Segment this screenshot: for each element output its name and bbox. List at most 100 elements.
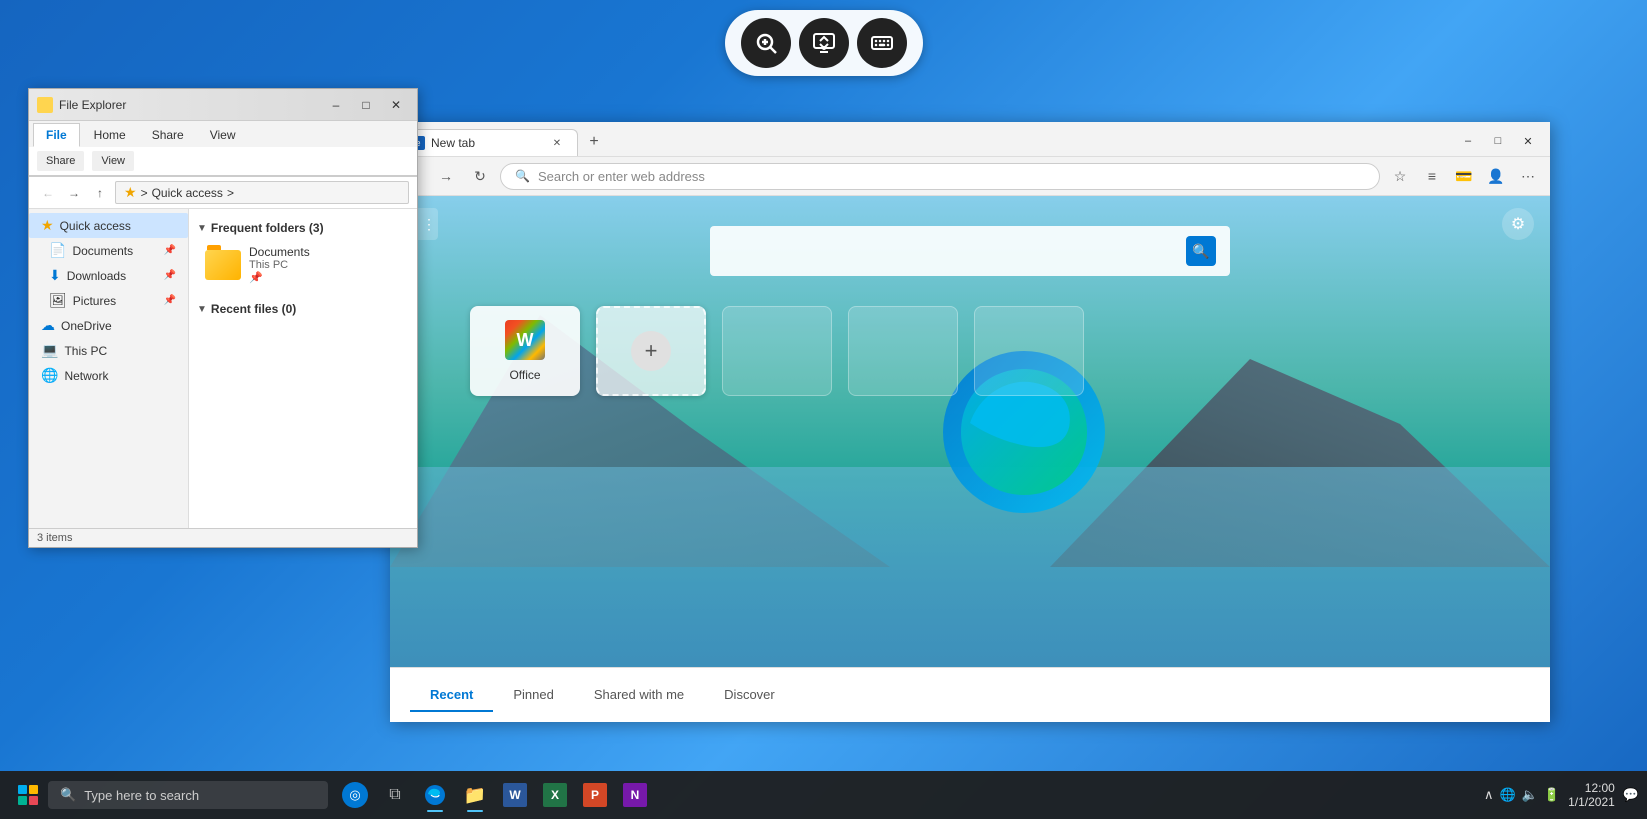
new-tab-button[interactable]: + bbox=[580, 128, 608, 156]
bottom-tab-shared[interactable]: Shared with me bbox=[574, 679, 704, 712]
forward-button[interactable]: → bbox=[63, 182, 85, 204]
search-box[interactable]: 🔍 bbox=[710, 226, 1230, 276]
frequent-folders-header[interactable]: ▼ Frequent folders (3) bbox=[197, 217, 409, 239]
address-bar-edge[interactable]: 🔍 Search or enter web address bbox=[500, 163, 1380, 190]
newtab-search-button[interactable]: 🔍 bbox=[1186, 236, 1216, 266]
documents-folder-item[interactable]: Documents This PC 📌 bbox=[197, 239, 409, 290]
start-button[interactable] bbox=[8, 775, 48, 815]
zoom-in-button[interactable] bbox=[741, 18, 791, 68]
network-icon-sys[interactable]: 🌐 bbox=[1500, 787, 1516, 803]
windows-icon bbox=[18, 785, 38, 805]
tab-close-button[interactable]: ✕ bbox=[549, 135, 565, 151]
wallet-button[interactable]: 💳 bbox=[1450, 162, 1478, 190]
task-view-icon: ⧉ bbox=[389, 786, 400, 804]
sidebar-item-documents[interactable]: 📄 Documents 📌 bbox=[29, 238, 188, 263]
recent-files-header[interactable]: ▼ Recent files (0) bbox=[197, 298, 409, 320]
taskbar-search[interactable]: 🔍 Type here to search bbox=[48, 781, 328, 809]
tab-label: New tab bbox=[431, 136, 475, 150]
ribbon-tabs: File Home Share View bbox=[29, 121, 417, 147]
taskbar-onenote[interactable]: N bbox=[616, 776, 654, 814]
up-button[interactable]: ↑ bbox=[89, 182, 111, 204]
edge-browser-window: e New tab ✕ + ‒ □ ✕ ← → ↻ 🔍 Search or en… bbox=[390, 122, 1550, 722]
taskbar-clock[interactable]: 12:00 1/1/2021 bbox=[1568, 781, 1615, 809]
address-bar: ← → ↑ ★ > Quick access > bbox=[29, 177, 417, 209]
office-quick-link[interactable]: W Office bbox=[470, 306, 580, 396]
favorites-button[interactable]: ☆ bbox=[1386, 162, 1414, 190]
sidebar-item-downloads[interactable]: ⬇ Downloads 📌 bbox=[29, 263, 188, 288]
taskbar-excel[interactable]: X bbox=[536, 776, 574, 814]
ppt-taskbar-icon: P bbox=[583, 783, 607, 807]
taskbar-cortana[interactable]: ◎ bbox=[336, 776, 374, 814]
bottom-tab-recent[interactable]: Recent bbox=[410, 679, 493, 712]
word-taskbar-icon: W bbox=[503, 783, 527, 807]
bottom-tab-pinned[interactable]: Pinned bbox=[493, 679, 573, 712]
taskbar-date: 1/1/2021 bbox=[1568, 795, 1615, 809]
newtab-settings-button[interactable]: ⚙ bbox=[1502, 208, 1534, 240]
keyboard-button[interactable] bbox=[857, 18, 907, 68]
tab-share[interactable]: Share bbox=[140, 123, 196, 147]
downloads-icon: ⬇ bbox=[49, 267, 61, 284]
sidebar-item-quick-access[interactable]: ★ Quick access bbox=[29, 213, 188, 238]
view-button[interactable]: View bbox=[92, 151, 134, 171]
taskbar-explorer[interactable]: 📁 bbox=[456, 776, 494, 814]
frequent-folders-title: Frequent folders (3) bbox=[211, 221, 324, 235]
onedrive-icon: ☁ bbox=[41, 317, 55, 334]
add-quick-link[interactable]: + bbox=[596, 306, 706, 396]
taskbar-word[interactable]: W bbox=[496, 776, 534, 814]
tab-file[interactable]: File bbox=[33, 123, 80, 147]
onenote-taskbar-icon: N bbox=[623, 783, 647, 807]
documents-icon: 📄 bbox=[49, 242, 66, 259]
sidebar: ★ Quick access 📄 Documents 📌 ⬇ Downloads… bbox=[29, 209, 189, 528]
edge-tab-new-tab[interactable]: e New tab ✕ bbox=[398, 129, 578, 156]
empty-card-1 bbox=[722, 306, 832, 396]
minimize-button[interactable]: ‒ bbox=[323, 95, 349, 115]
tab-home[interactable]: Home bbox=[82, 123, 138, 147]
edge-titlebar: e New tab ✕ + ‒ □ ✕ bbox=[390, 122, 1550, 157]
sidebar-label-network: Network bbox=[64, 369, 108, 383]
edge-close-button[interactable]: ✕ bbox=[1514, 130, 1542, 152]
edge-forward-button[interactable]: → bbox=[432, 162, 460, 190]
sidebar-label-documents: Documents bbox=[72, 244, 133, 258]
network-icon: 🌐 bbox=[41, 367, 58, 384]
titlebar-left: File Explorer bbox=[37, 97, 126, 113]
taskbar-task-view[interactable]: ⧉ bbox=[376, 776, 414, 814]
back-button[interactable]: ← bbox=[37, 182, 59, 204]
volume-icon[interactable]: 🔈 bbox=[1522, 787, 1538, 803]
newtab-search-input[interactable] bbox=[724, 243, 1178, 259]
edge-taskbar-icon bbox=[424, 784, 446, 806]
edge-minimize-button[interactable]: ‒ bbox=[1454, 130, 1482, 152]
floating-toolbar bbox=[725, 10, 923, 76]
address-path[interactable]: ★ > Quick access > bbox=[115, 181, 409, 204]
share-button[interactable]: Share bbox=[37, 151, 84, 171]
sidebar-label-onedrive: OneDrive bbox=[61, 319, 112, 333]
more-button[interactable]: ⋯ bbox=[1514, 162, 1542, 190]
edge-titlebar-controls: ‒ □ ✕ bbox=[1454, 130, 1542, 156]
path-quick-access: Quick access bbox=[152, 186, 223, 200]
remote-desktop-button[interactable] bbox=[799, 18, 849, 68]
tab-view[interactable]: View bbox=[198, 123, 248, 147]
bottom-tab-discover[interactable]: Discover bbox=[704, 679, 795, 712]
sidebar-item-onedrive[interactable]: ☁ OneDrive bbox=[29, 313, 188, 338]
taskbar-ppt[interactable]: P bbox=[576, 776, 614, 814]
show-hidden-button[interactable]: ∧ bbox=[1484, 787, 1494, 803]
taskbar-edge[interactable] bbox=[416, 776, 454, 814]
newtab-search: 🔍 bbox=[710, 226, 1230, 276]
profile-button[interactable]: 👤 bbox=[1482, 162, 1510, 190]
taskbar: 🔍 Type here to search ◎ ⧉ 📁 W bbox=[0, 771, 1647, 819]
edge-refresh-button[interactable]: ↻ bbox=[466, 162, 494, 190]
titlebar-controls: ‒ □ ✕ bbox=[323, 95, 409, 115]
battery-icon[interactable]: 🔋 bbox=[1544, 787, 1560, 803]
folder-icon bbox=[37, 97, 53, 113]
maximize-button[interactable]: □ bbox=[353, 95, 379, 115]
path-separator2: > bbox=[227, 186, 234, 200]
sidebar-item-pictures[interactable]: 🖼 Pictures 📌 bbox=[29, 288, 188, 313]
sidebar-item-this-pc[interactable]: 💻 This PC bbox=[29, 338, 188, 363]
edge-maximize-button[interactable]: □ bbox=[1484, 130, 1512, 152]
sidebar-item-network[interactable]: 🌐 Network bbox=[29, 363, 188, 388]
close-button[interactable]: ✕ bbox=[383, 95, 409, 115]
sidebar-label-quick-access: Quick access bbox=[60, 219, 131, 233]
notification-button[interactable]: 💬 bbox=[1623, 787, 1639, 803]
excel-taskbar-icon: X bbox=[543, 783, 567, 807]
edge-new-tab-content: 🔍 W Office + ⋮⋮ ⚙ bbox=[390, 196, 1550, 667]
collections-button[interactable]: ≡ bbox=[1418, 162, 1446, 190]
